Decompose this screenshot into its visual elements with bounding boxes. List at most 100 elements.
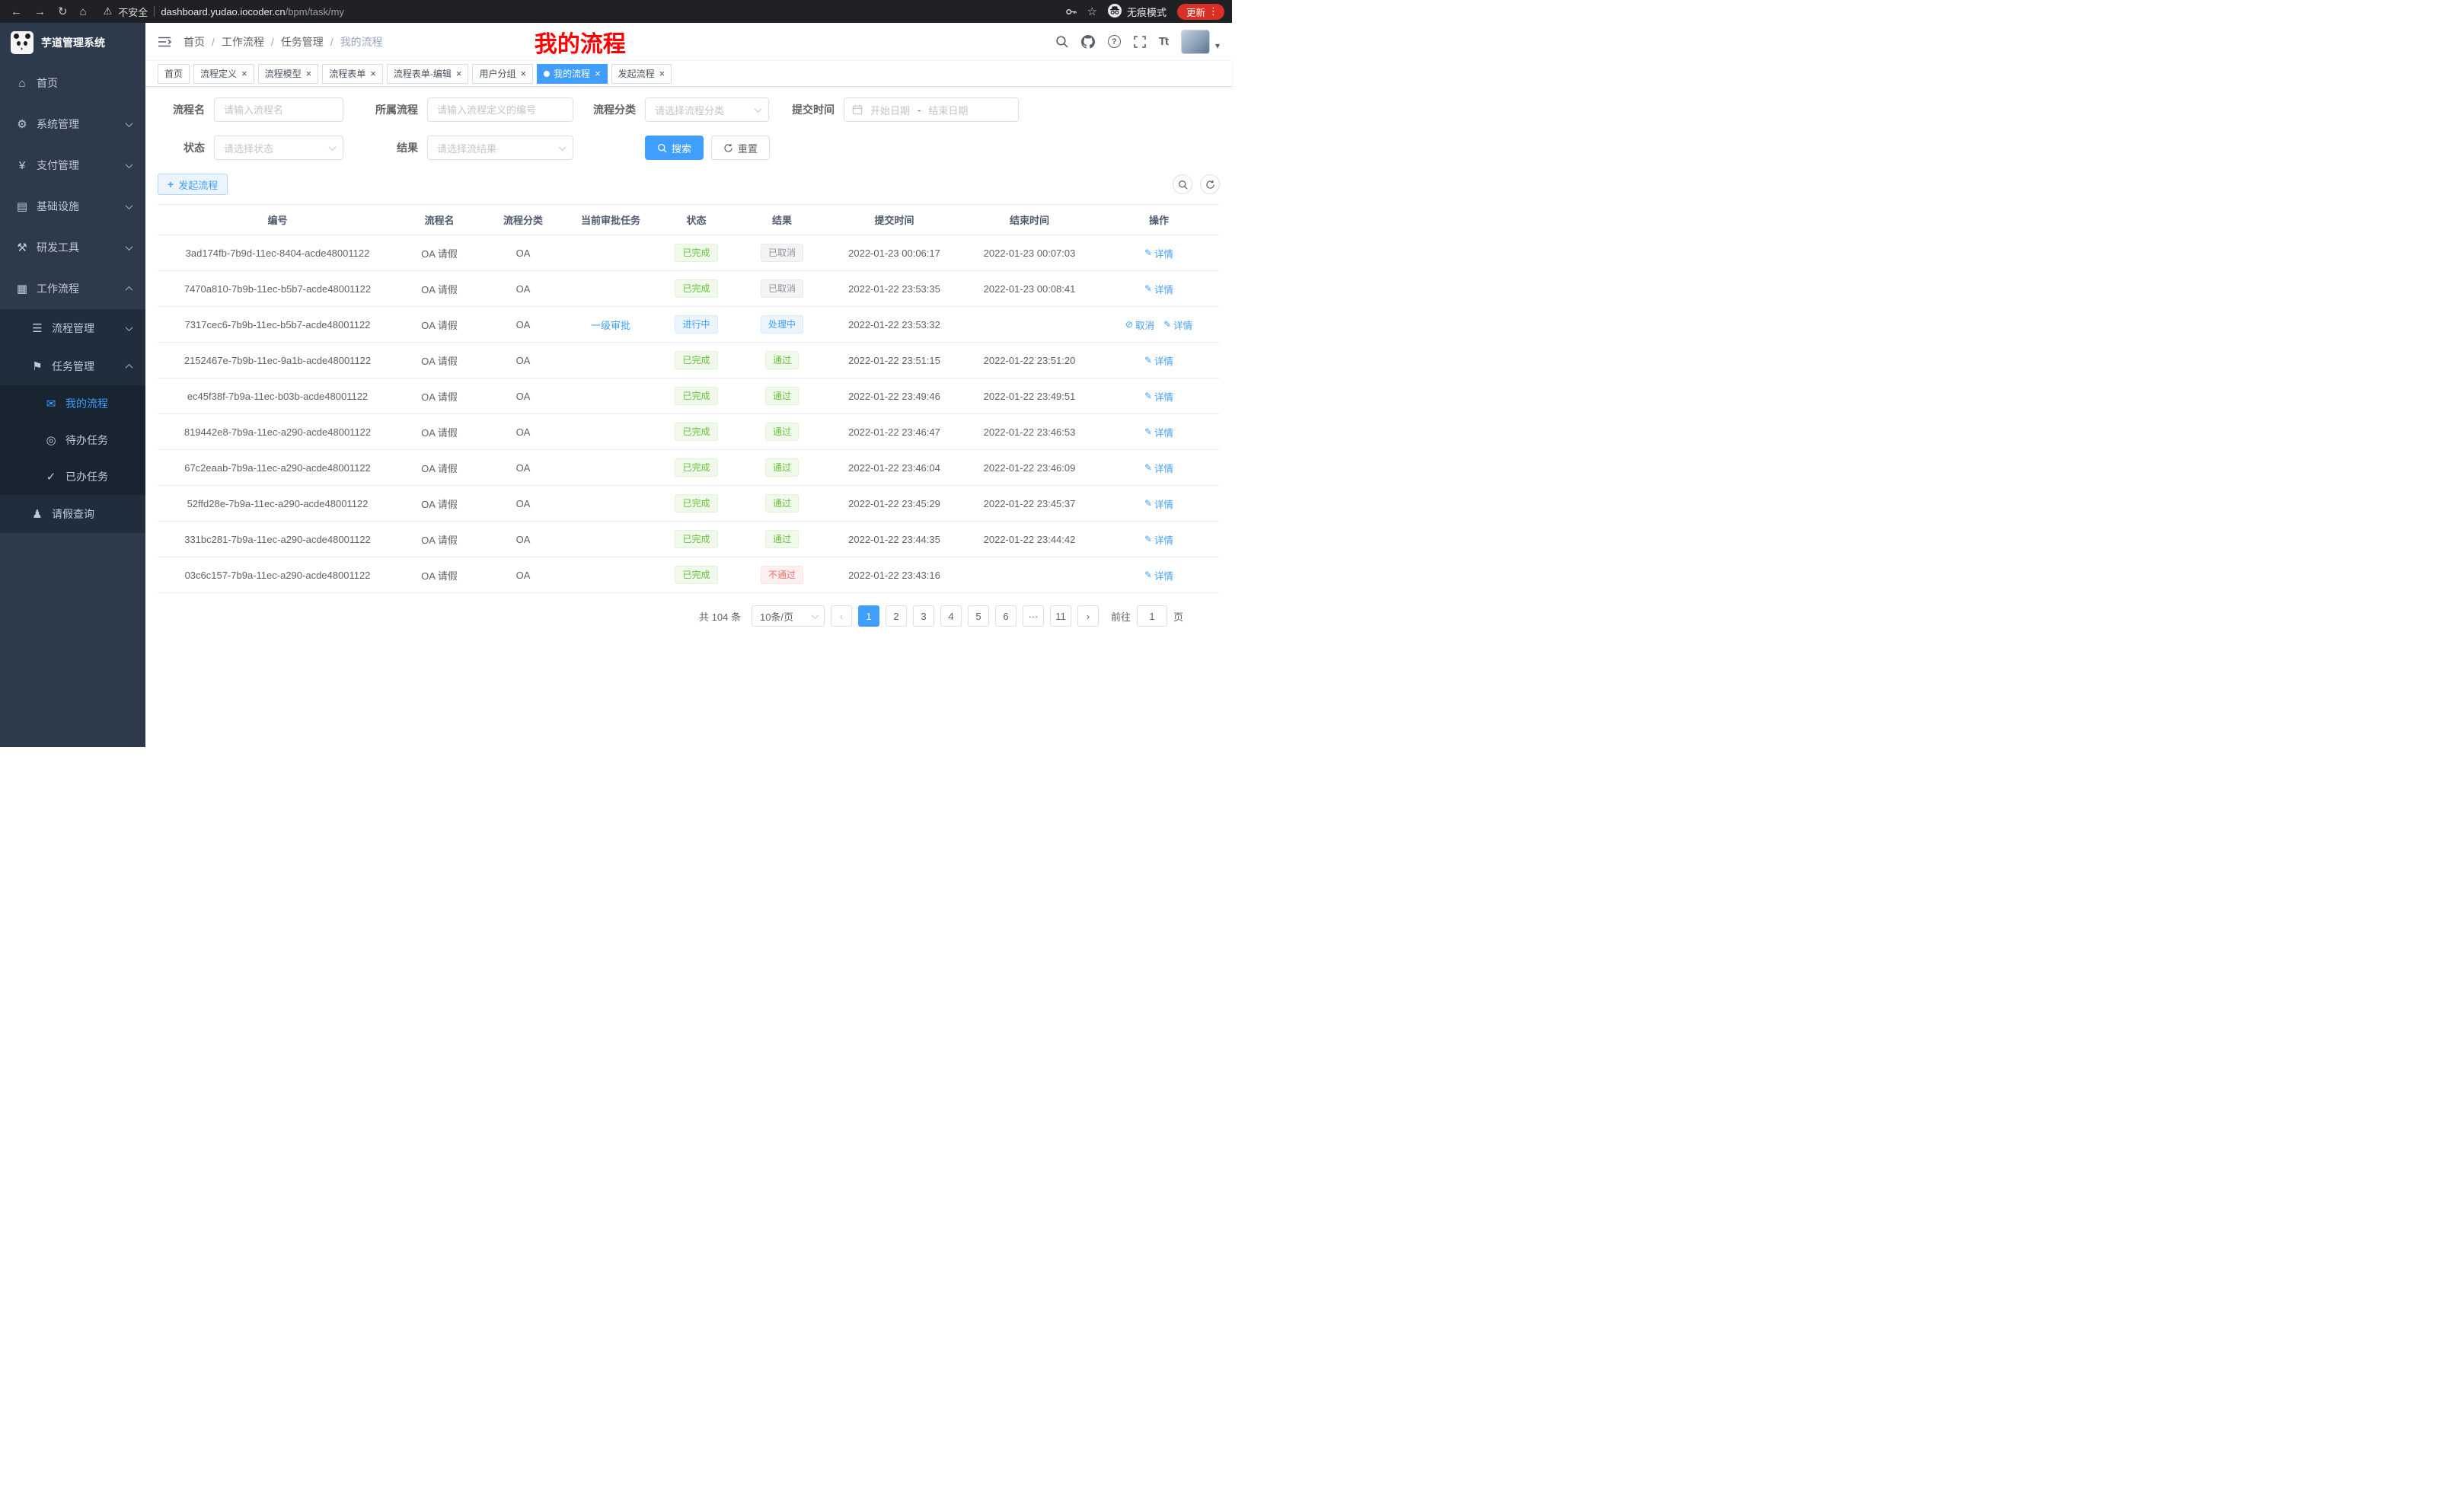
detail-action[interactable]: ✎详情 [1144, 568, 1173, 583]
detail-action[interactable]: ✎详情 [1144, 282, 1173, 296]
sidebar-collapse-button[interactable] [158, 36, 171, 48]
sidebar-item-my-process[interactable]: ✉我的流程 [0, 385, 145, 422]
cell-submit-time: 2022-01-22 23:51:15 [828, 343, 961, 378]
key-icon[interactable] [1065, 6, 1077, 18]
search-icon[interactable] [1055, 35, 1068, 48]
pagination-page-2[interactable]: 2 [886, 605, 907, 627]
cell-end-time: 2022-01-22 23:46:53 [961, 414, 1098, 450]
result-select[interactable]: 请选择流结果 [427, 136, 573, 160]
gear-icon: ⚙ [15, 117, 29, 131]
create-process-button[interactable]: + 发起流程 [158, 174, 228, 195]
sidebar-item-infra[interactable]: ▤基础设施 [0, 186, 145, 227]
yen-icon: ¥ [15, 159, 29, 172]
column-header: 编号 [158, 205, 397, 235]
breadcrumb-item[interactable]: 工作流程 [222, 34, 264, 49]
detail-action[interactable]: ✎详情 [1144, 496, 1173, 511]
breadcrumb-item[interactable]: 任务管理 [281, 34, 324, 49]
cell-category: OA [481, 557, 565, 593]
close-icon[interactable]: × [241, 69, 247, 78]
reset-button[interactable]: 重置 [711, 136, 770, 160]
process-def-input[interactable] [427, 97, 573, 122]
close-icon[interactable]: × [595, 69, 601, 78]
page-size-select[interactable]: 10条/页 [752, 605, 825, 627]
close-icon[interactable]: × [370, 69, 376, 78]
sidebar-item-label: 待办任务 [65, 433, 145, 448]
process-name-input[interactable] [214, 97, 343, 122]
breadcrumb-item[interactable]: 首页 [184, 34, 205, 49]
address-bar[interactable]: ⚠ 不安全 dashboard.yudao.iocoder.cn/bpm/tas… [104, 5, 1065, 19]
category-select[interactable]: 请选择流程分类 [645, 97, 769, 122]
edit-icon: ✎ [1144, 534, 1152, 544]
sidebar-item-home[interactable]: ⌂首页 [0, 62, 145, 104]
detail-action[interactable]: ✎详情 [1144, 425, 1173, 439]
detail-action[interactable]: ✎详情 [1144, 353, 1173, 368]
detail-action[interactable]: ✎详情 [1144, 246, 1173, 260]
cell-category: OA [481, 450, 565, 486]
cell-end-time: 2022-01-22 23:46:09 [961, 450, 1098, 486]
tab-流程表单[interactable]: 流程表单× [322, 64, 383, 84]
column-header: 结束时间 [961, 205, 1098, 235]
search-toggle-button[interactable] [1173, 174, 1192, 194]
sidebar-item-todo-tasks[interactable]: ◎待办任务 [0, 422, 145, 458]
sidebar-item-payment[interactable]: ¥支付管理 [0, 145, 145, 186]
pagination-page-3[interactable]: 3 [913, 605, 934, 627]
sidebar-item-devtools[interactable]: ⚒研发工具 [0, 227, 145, 268]
cell-end-time [961, 307, 1098, 343]
pagination-more-button[interactable]: ··· [1023, 605, 1044, 627]
bookmark-star-icon[interactable]: ☆ [1087, 5, 1097, 18]
reload-icon[interactable]: ↻ [58, 6, 68, 18]
pagination-page-1[interactable]: 1 [858, 605, 879, 627]
pagination-next-button[interactable]: › [1077, 605, 1099, 627]
back-icon[interactable]: ← [11, 6, 22, 18]
tab-流程模型[interactable]: 流程模型× [258, 64, 319, 84]
refresh-button[interactable] [1200, 174, 1220, 194]
tab-我的流程[interactable]: 我的流程× [537, 64, 608, 84]
detail-action[interactable]: ✎详情 [1144, 461, 1173, 475]
pagination-page-4[interactable]: 4 [940, 605, 962, 627]
search-button[interactable]: 搜索 [645, 136, 704, 160]
cell-id: 7317cec6-7b9b-11ec-b5b7-acde48001122 [158, 307, 397, 343]
sidebar-item-leave-query[interactable]: ♟请假查询 [0, 495, 145, 533]
detail-action[interactable]: ✎详情 [1144, 532, 1173, 547]
browser-home-icon[interactable]: ⌂ [80, 6, 87, 18]
sidebar-item-workflow[interactable]: ▦工作流程 [0, 268, 145, 309]
pagination-prev-button[interactable]: ‹ [831, 605, 852, 627]
submit-time-range-picker[interactable]: 开始日期 - 结束日期 [844, 97, 1019, 122]
tab-发起流程[interactable]: 发起流程× [611, 64, 672, 84]
filter-row-1: 流程名 所属流程 流程分类 请选择流程分类 提交时间 开始日期 - 结束日期 [158, 97, 1220, 122]
task-link[interactable]: 一级审批 [591, 320, 630, 331]
tab-流程定义[interactable]: 流程定义 × [193, 64, 254, 84]
sidebar-item-system[interactable]: ⚙系统管理 [0, 104, 145, 145]
close-icon[interactable]: × [306, 69, 312, 78]
pagination-page-6[interactable]: 6 [995, 605, 1017, 627]
tab-用户分组[interactable]: 用户分组× [472, 64, 533, 84]
github-icon[interactable] [1081, 35, 1095, 49]
forward-icon[interactable]: → [34, 6, 46, 18]
detail-action[interactable]: ✎详情 [1144, 389, 1173, 404]
pagination-page-11[interactable]: 11 [1050, 605, 1071, 627]
close-icon[interactable]: × [456, 69, 462, 78]
font-size-icon[interactable]: Tt [1159, 35, 1168, 48]
tab-流程表单-编辑[interactable]: 流程表单-编辑× [387, 64, 469, 84]
goto-page-input[interactable] [1137, 605, 1167, 627]
detail-action[interactable]: ✎详情 [1163, 318, 1192, 332]
tab-首页[interactable]: 首页 [158, 64, 190, 84]
cell-category: OA [481, 414, 565, 450]
pagination-page-5[interactable]: 5 [968, 605, 989, 627]
status-select[interactable]: 请选择状态 [214, 136, 343, 160]
warning-icon: ⚠ [104, 5, 113, 18]
menu-dots-icon[interactable]: ⋮ [1208, 5, 1218, 18]
avatar[interactable] [1181, 30, 1210, 54]
sidebar-item-task-mgmt[interactable]: ⚑任务管理 [0, 347, 145, 385]
chevron-down-icon[interactable]: ▾ [1215, 40, 1220, 51]
fullscreen-icon[interactable] [1134, 36, 1146, 48]
update-button[interactable]: 更新 ⋮ [1177, 4, 1224, 20]
sidebar-item-done-tasks[interactable]: ✓已办任务 [0, 458, 145, 495]
tab-label: 流程定义 [200, 67, 237, 80]
cell-name: OA 请假 [397, 450, 481, 486]
help-icon[interactable]: ? [1108, 35, 1121, 48]
close-icon[interactable]: × [520, 69, 526, 78]
cancel-action[interactable]: ⊘取消 [1125, 318, 1154, 332]
sidebar-item-process-mgmt[interactable]: ☰流程管理 [0, 309, 145, 347]
close-icon[interactable]: × [659, 69, 665, 78]
